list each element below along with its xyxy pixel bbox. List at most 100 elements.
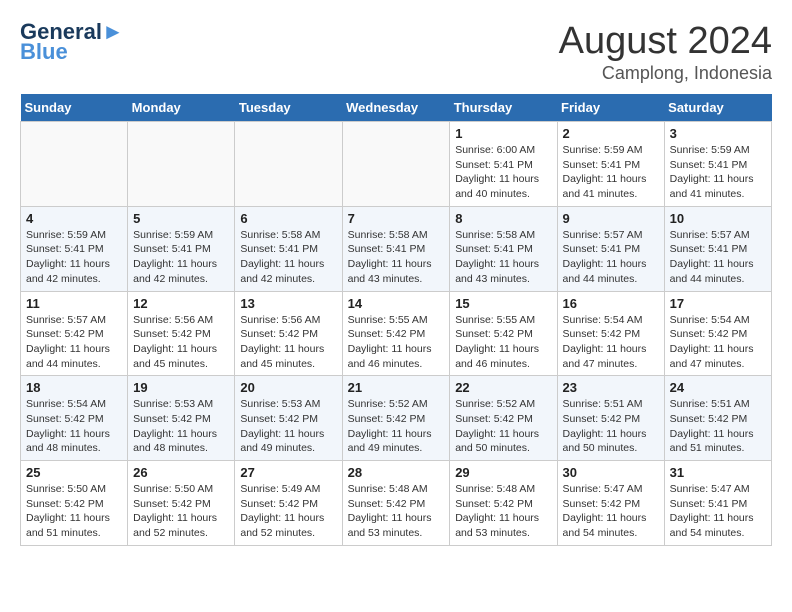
day-number: 22	[455, 380, 551, 395]
calendar-cell: 27 Sunrise: 5:49 AM Sunset: 5:42 PM Dayli…	[235, 461, 342, 546]
day-info: Sunrise: 5:58 AM Sunset: 5:41 PM Dayligh…	[240, 228, 336, 287]
calendar-cell: 16 Sunrise: 5:54 AM Sunset: 5:42 PM Dayli…	[557, 291, 664, 376]
calendar-cell: 29 Sunrise: 5:48 AM Sunset: 5:42 PM Dayli…	[450, 461, 557, 546]
title-block: August 2024 Camplong, Indonesia	[559, 20, 772, 84]
day-info: Sunrise: 5:50 AM Sunset: 5:42 PM Dayligh…	[26, 482, 122, 541]
day-info: Sunrise: 5:49 AM Sunset: 5:42 PM Dayligh…	[240, 482, 336, 541]
calendar-cell: 17 Sunrise: 5:54 AM Sunset: 5:42 PM Dayli…	[664, 291, 771, 376]
day-info: Sunrise: 5:55 AM Sunset: 5:42 PM Dayligh…	[455, 313, 551, 372]
day-number: 27	[240, 465, 336, 480]
page-header: General► Blue August 2024 Camplong, Indo…	[20, 20, 772, 84]
day-info: Sunrise: 5:48 AM Sunset: 5:42 PM Dayligh…	[348, 482, 445, 541]
calendar-cell: 28 Sunrise: 5:48 AM Sunset: 5:42 PM Dayli…	[342, 461, 450, 546]
day-number: 1	[455, 126, 551, 141]
calendar-cell: 21 Sunrise: 5:52 AM Sunset: 5:42 PM Dayli…	[342, 376, 450, 461]
calendar-cell: 26Sunrise: 5:50 AM Sunset: 5:42 PM Dayli…	[128, 461, 235, 546]
calendar-cell: 1 Sunrise: 6:00 AM Sunset: 5:41 PM Daylig…	[450, 122, 557, 207]
calendar-cell	[235, 122, 342, 207]
day-number: 25	[26, 465, 122, 480]
col-friday: Friday	[557, 94, 664, 122]
day-number: 15	[455, 296, 551, 311]
day-number: 6	[240, 211, 336, 226]
calendar-cell: 4Sunrise: 5:59 AM Sunset: 5:41 PM Daylig…	[21, 206, 128, 291]
calendar-cell: 12 Sunrise: 5:56 AM Sunset: 5:42 PM Dayli…	[128, 291, 235, 376]
calendar-cell: 22 Sunrise: 5:52 AM Sunset: 5:42 PM Dayli…	[450, 376, 557, 461]
day-info: Sunrise: 5:52 AM Sunset: 5:42 PM Dayligh…	[348, 397, 445, 456]
day-number: 8	[455, 211, 551, 226]
calendar-cell: 3 Sunrise: 5:59 AM Sunset: 5:41 PM Daylig…	[664, 122, 771, 207]
day-number: 29	[455, 465, 551, 480]
day-number: 11	[26, 296, 122, 311]
calendar-cell: 30 Sunrise: 5:47 AM Sunset: 5:42 PM Dayli…	[557, 461, 664, 546]
day-number: 16	[563, 296, 659, 311]
day-number: 28	[348, 465, 445, 480]
day-info: Sunrise: 5:56 AM Sunset: 5:42 PM Dayligh…	[133, 313, 229, 372]
day-info: Sunrise: 5:58 AM Sunset: 5:41 PM Dayligh…	[348, 228, 445, 287]
calendar-cell: 9 Sunrise: 5:57 AM Sunset: 5:41 PM Daylig…	[557, 206, 664, 291]
calendar-cell: 5 Sunrise: 5:59 AM Sunset: 5:41 PM Daylig…	[128, 206, 235, 291]
col-wednesday: Wednesday	[342, 94, 450, 122]
logo: General► Blue	[20, 20, 124, 64]
day-number: 10	[670, 211, 766, 226]
day-number: 23	[563, 380, 659, 395]
day-number: 20	[240, 380, 336, 395]
calendar-cell: 20Sunrise: 5:53 AM Sunset: 5:42 PM Dayli…	[235, 376, 342, 461]
day-info: Sunrise: 6:00 AM Sunset: 5:41 PM Dayligh…	[455, 143, 551, 202]
calendar-cell: 13Sunrise: 5:56 AM Sunset: 5:42 PM Dayli…	[235, 291, 342, 376]
day-number: 4	[26, 211, 122, 226]
day-number: 21	[348, 380, 445, 395]
calendar-cell: 23 Sunrise: 5:51 AM Sunset: 5:42 PM Dayli…	[557, 376, 664, 461]
day-number: 30	[563, 465, 659, 480]
col-monday: Monday	[128, 94, 235, 122]
col-tuesday: Tuesday	[235, 94, 342, 122]
day-info: Sunrise: 5:52 AM Sunset: 5:42 PM Dayligh…	[455, 397, 551, 456]
day-info: Sunrise: 5:58 AM Sunset: 5:41 PM Dayligh…	[455, 228, 551, 287]
calendar-cell: 7 Sunrise: 5:58 AM Sunset: 5:41 PM Daylig…	[342, 206, 450, 291]
day-info: Sunrise: 5:51 AM Sunset: 5:42 PM Dayligh…	[563, 397, 659, 456]
day-info: Sunrise: 5:55 AM Sunset: 5:42 PM Dayligh…	[348, 313, 445, 372]
day-info: Sunrise: 5:57 AM Sunset: 5:41 PM Dayligh…	[670, 228, 766, 287]
calendar-cell	[21, 122, 128, 207]
header-row: Sunday Monday Tuesday Wednesday Thursday…	[21, 94, 772, 122]
col-thursday: Thursday	[450, 94, 557, 122]
day-info: Sunrise: 5:53 AM Sunset: 5:42 PM Dayligh…	[133, 397, 229, 456]
day-info: Sunrise: 5:59 AM Sunset: 5:41 PM Dayligh…	[670, 143, 766, 202]
day-number: 2	[563, 126, 659, 141]
day-info: Sunrise: 5:54 AM Sunset: 5:42 PM Dayligh…	[670, 313, 766, 372]
day-number: 9	[563, 211, 659, 226]
day-number: 17	[670, 296, 766, 311]
calendar-cell: 24Sunrise: 5:51 AM Sunset: 5:42 PM Dayli…	[664, 376, 771, 461]
day-number: 12	[133, 296, 229, 311]
day-info: Sunrise: 5:57 AM Sunset: 5:42 PM Dayligh…	[26, 313, 122, 372]
day-number: 5	[133, 211, 229, 226]
day-info: Sunrise: 5:50 AM Sunset: 5:42 PM Dayligh…	[133, 482, 229, 541]
day-info: Sunrise: 5:47 AM Sunset: 5:42 PM Dayligh…	[563, 482, 659, 541]
day-info: Sunrise: 5:59 AM Sunset: 5:41 PM Dayligh…	[563, 143, 659, 202]
day-number: 7	[348, 211, 445, 226]
day-info: Sunrise: 5:54 AM Sunset: 5:42 PM Dayligh…	[563, 313, 659, 372]
calendar-cell	[128, 122, 235, 207]
day-info: Sunrise: 5:47 AM Sunset: 5:41 PM Dayligh…	[670, 482, 766, 541]
day-info: Sunrise: 5:56 AM Sunset: 5:42 PM Dayligh…	[240, 313, 336, 372]
calendar-cell	[342, 122, 450, 207]
calendar-week-5: 25 Sunrise: 5:50 AM Sunset: 5:42 PM Dayli…	[21, 461, 772, 546]
calendar-cell: 31Sunrise: 5:47 AM Sunset: 5:41 PM Dayli…	[664, 461, 771, 546]
calendar-cell: 15 Sunrise: 5:55 AM Sunset: 5:42 PM Dayli…	[450, 291, 557, 376]
col-sunday: Sunday	[21, 94, 128, 122]
calendar-table: Sunday Monday Tuesday Wednesday Thursday…	[20, 94, 772, 546]
day-number: 19	[133, 380, 229, 395]
day-number: 18	[26, 380, 122, 395]
day-number: 3	[670, 126, 766, 141]
calendar-cell: 10 Sunrise: 5:57 AM Sunset: 5:41 PM Dayli…	[664, 206, 771, 291]
day-info: Sunrise: 5:59 AM Sunset: 5:41 PM Dayligh…	[133, 228, 229, 287]
day-number: 14	[348, 296, 445, 311]
day-info: Sunrise: 5:51 AM Sunset: 5:42 PM Dayligh…	[670, 397, 766, 456]
day-info: Sunrise: 5:48 AM Sunset: 5:42 PM Dayligh…	[455, 482, 551, 541]
calendar-week-4: 18Sunrise: 5:54 AM Sunset: 5:42 PM Dayli…	[21, 376, 772, 461]
day-info: Sunrise: 5:57 AM Sunset: 5:41 PM Dayligh…	[563, 228, 659, 287]
calendar-cell: 25 Sunrise: 5:50 AM Sunset: 5:42 PM Dayli…	[21, 461, 128, 546]
calendar-cell: 8 Sunrise: 5:58 AM Sunset: 5:41 PM Daylig…	[450, 206, 557, 291]
calendar-title: August 2024	[559, 20, 772, 63]
calendar-cell: 14 Sunrise: 5:55 AM Sunset: 5:42 PM Dayli…	[342, 291, 450, 376]
calendar-cell: 6 Sunrise: 5:58 AM Sunset: 5:41 PM Daylig…	[235, 206, 342, 291]
